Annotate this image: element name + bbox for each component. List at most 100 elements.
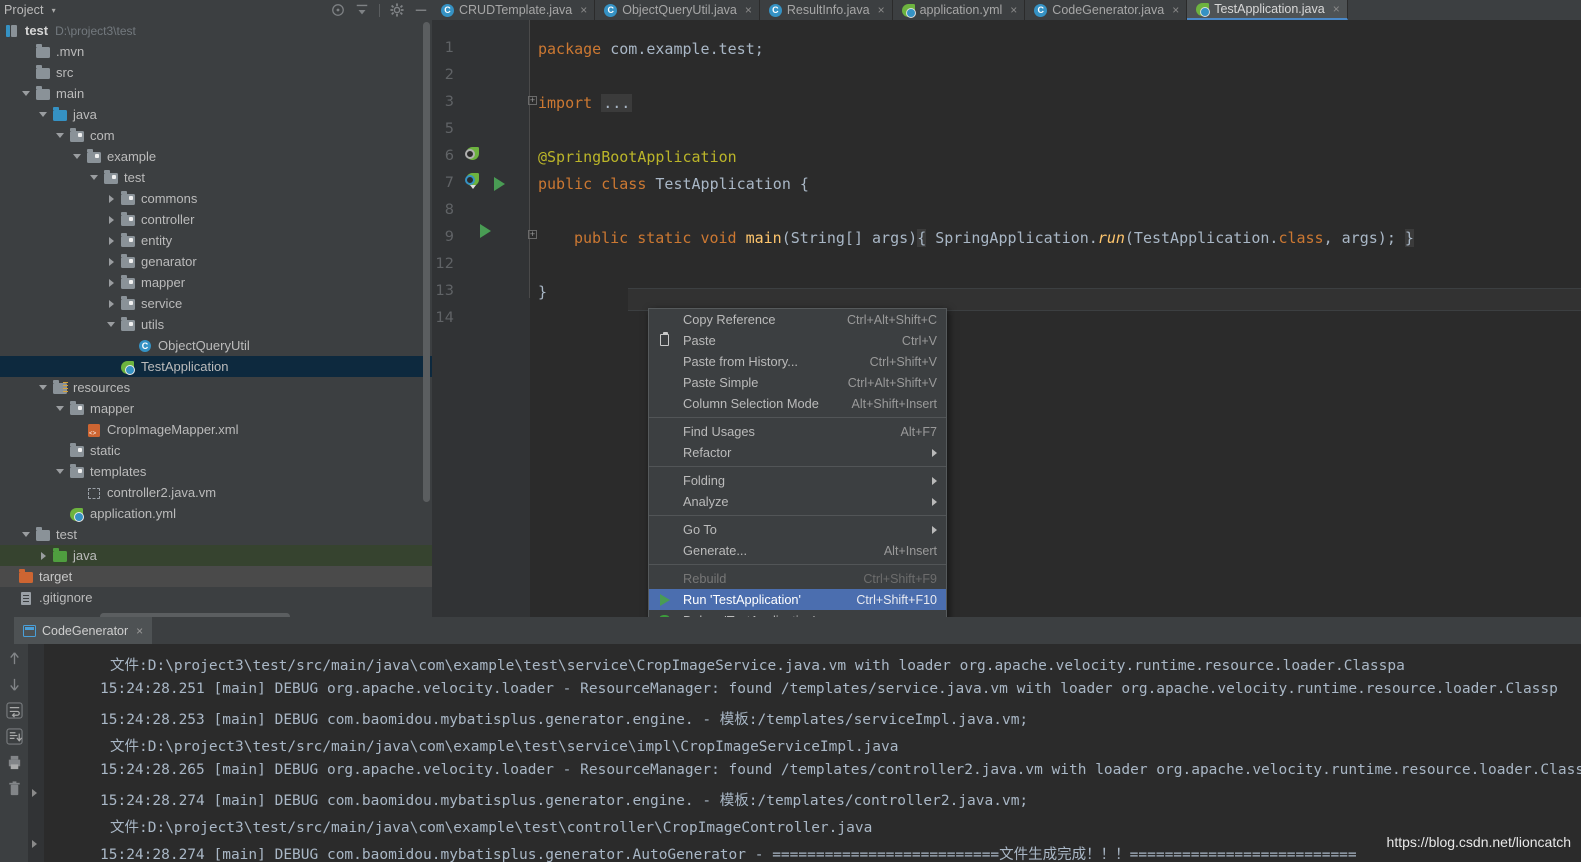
chevron-right-icon[interactable]	[38, 550, 49, 561]
project-tree[interactable]: test D:\project3\test .mvn src main java com…	[0, 20, 432, 620]
print-icon[interactable]	[6, 754, 23, 771]
project-toolwindow-title[interactable]: Project	[4, 3, 44, 17]
tree-row[interactable]: com	[0, 125, 432, 146]
editor-tab[interactable]: application.yml ×	[893, 0, 1026, 20]
menu-item[interactable]: Analyze	[649, 491, 946, 512]
fold-expand-icon-main[interactable]: +	[528, 230, 537, 239]
close-icon[interactable]: ×	[136, 624, 143, 638]
tree-row[interactable]: .mvn	[0, 41, 432, 62]
editor-tab[interactable]: C CRUDTemplate.java ×	[432, 0, 596, 20]
console-output[interactable]: 文件:D:\project3\test/src/main/java\com\ex…	[28, 644, 1581, 862]
chevron-down-icon[interactable]	[38, 109, 49, 120]
trash-icon[interactable]	[6, 780, 23, 797]
editor-tab[interactable]: C CodeGenerator.java ×	[1025, 0, 1188, 20]
tree-row[interactable]: templates	[0, 461, 432, 482]
tree-row[interactable]: java	[0, 104, 432, 125]
editor-tab[interactable]: TestApplication.java ×	[1187, 0, 1348, 20]
tree-row[interactable]: test	[0, 167, 432, 188]
menu-item[interactable]: Paste from History... Ctrl+Shift+V	[649, 351, 946, 372]
scroll-to-end-icon[interactable]	[5, 728, 23, 745]
close-icon[interactable]: ×	[1172, 3, 1179, 17]
tree-row[interactable]: .gitignore	[0, 587, 432, 608]
tree-row[interactable]: service	[0, 293, 432, 314]
tree-row[interactable]: main	[0, 83, 432, 104]
tree-row[interactable]: entity	[0, 230, 432, 251]
soft-wrap-icon[interactable]	[5, 702, 23, 719]
menu-item[interactable]: Refactor	[649, 442, 946, 463]
spring-bean-config-gutter-icon[interactable]	[465, 172, 480, 189]
run-gutter-icon-class[interactable]	[494, 177, 505, 191]
chevron-down-icon[interactable]	[55, 130, 66, 141]
tree-row[interactable]: controller	[0, 209, 432, 230]
tree-row[interactable]: java	[0, 545, 432, 566]
tree-row[interactable]: static	[0, 440, 432, 461]
close-icon[interactable]: ×	[1010, 3, 1017, 17]
collapse-all-icon[interactable]	[355, 3, 369, 17]
tree-row[interactable]: example	[0, 146, 432, 167]
tree-row[interactable]: genarator	[0, 251, 432, 272]
console-fold-arrow[interactable]	[32, 840, 37, 848]
spring-bean-gutter-icon[interactable]	[465, 146, 480, 161]
run-gutter-icon-main[interactable]	[480, 224, 491, 238]
chevron-down-icon[interactable]	[89, 172, 100, 183]
tree-row[interactable]: resources	[0, 377, 432, 398]
chevron-down-icon[interactable]	[55, 403, 66, 414]
menu-item[interactable]: Generate... Alt+Insert	[649, 540, 946, 561]
tree-row[interactable]: target	[0, 566, 432, 587]
chevron-down-icon[interactable]	[55, 466, 66, 477]
chevron-down-icon[interactable]	[38, 382, 49, 393]
chevron-right-icon[interactable]	[106, 235, 117, 246]
menu-item[interactable]: Paste Ctrl+V	[649, 330, 946, 351]
editor-tab-bar[interactable]: C CRUDTemplate.java × C ObjectQueryUtil.java…	[432, 0, 1581, 20]
editor-gutter[interactable]: 1 2 3 5 6 7 8 9 12 13 14	[432, 20, 530, 617]
tree-row[interactable]: commons	[0, 188, 432, 209]
tree-row[interactable]: utils	[0, 314, 432, 335]
chevron-right-icon[interactable]	[106, 277, 117, 288]
tree-row[interactable]: controller2.java.vm	[0, 482, 432, 503]
tree-row[interactable]: src	[0, 62, 432, 83]
up-arrow-icon[interactable]	[6, 650, 23, 667]
chevron-right-icon[interactable]	[106, 256, 117, 267]
tree-row[interactable]: TestApplication	[0, 356, 432, 377]
chevron-right-icon[interactable]	[106, 298, 117, 309]
close-icon[interactable]: ×	[580, 3, 587, 17]
menu-item[interactable]: Find Usages Alt+F7	[649, 421, 946, 442]
close-icon[interactable]: ×	[878, 3, 885, 17]
menu-item-label: Find Usages	[683, 424, 755, 439]
console-toolbar[interactable]	[0, 644, 28, 862]
locate-file-icon[interactable]	[331, 3, 345, 17]
editor-tab[interactable]: C ResultInfo.java ×	[760, 0, 893, 20]
console-tab-bar[interactable]: CodeGenerator ×	[0, 617, 1581, 644]
console-tab-codegenerator[interactable]: CodeGenerator ×	[14, 617, 153, 644]
folded-imports[interactable]: ...	[601, 94, 633, 112]
tree-row[interactable]: test	[0, 524, 432, 545]
tree-row[interactable]: C ObjectQueryUtil	[0, 335, 432, 356]
chevron-right-icon[interactable]	[106, 193, 117, 204]
menu-item[interactable]: Copy Reference Ctrl+Alt+Shift+C	[649, 309, 946, 330]
hide-toolwindow-icon[interactable]	[414, 3, 428, 17]
code-editor[interactable]: 1 2 3 5 6 7 8 9 12 13 14 package com.exa…	[432, 20, 1581, 617]
gear-icon[interactable]	[390, 3, 404, 17]
editor-tab[interactable]: C ObjectQueryUtil.java ×	[595, 0, 760, 20]
chevron-down-icon[interactable]	[72, 151, 83, 162]
tree-row[interactable]: mapper	[0, 272, 432, 293]
console-fold-arrow[interactable]	[32, 789, 37, 797]
menu-item[interactable]: Folding	[649, 470, 946, 491]
close-icon[interactable]: ×	[1333, 2, 1340, 16]
chevron-down-icon[interactable]: ▾	[52, 6, 56, 15]
menu-item[interactable]: Run 'TestApplication' Ctrl+Shift+F10	[649, 589, 946, 610]
tree-row[interactable]: mapper	[0, 398, 432, 419]
chevron-down-icon[interactable]	[106, 319, 117, 330]
chevron-right-icon[interactable]	[106, 214, 117, 225]
down-arrow-icon[interactable]	[6, 676, 23, 693]
tree-row-root[interactable]: test D:\project3\test	[0, 20, 432, 41]
menu-item[interactable]: Paste Simple Ctrl+Alt+Shift+V	[649, 372, 946, 393]
chevron-down-icon[interactable]	[21, 529, 32, 540]
tree-row[interactable]: application.yml	[0, 503, 432, 524]
menu-item[interactable]: Go To	[649, 519, 946, 540]
tree-row[interactable]: CropImageMapper.xml	[0, 419, 432, 440]
fold-expand-icon-import[interactable]: +	[528, 96, 537, 105]
menu-item[interactable]: Column Selection Mode Alt+Shift+Insert	[649, 393, 946, 414]
close-icon[interactable]: ×	[745, 3, 752, 17]
chevron-down-icon[interactable]	[21, 88, 32, 99]
